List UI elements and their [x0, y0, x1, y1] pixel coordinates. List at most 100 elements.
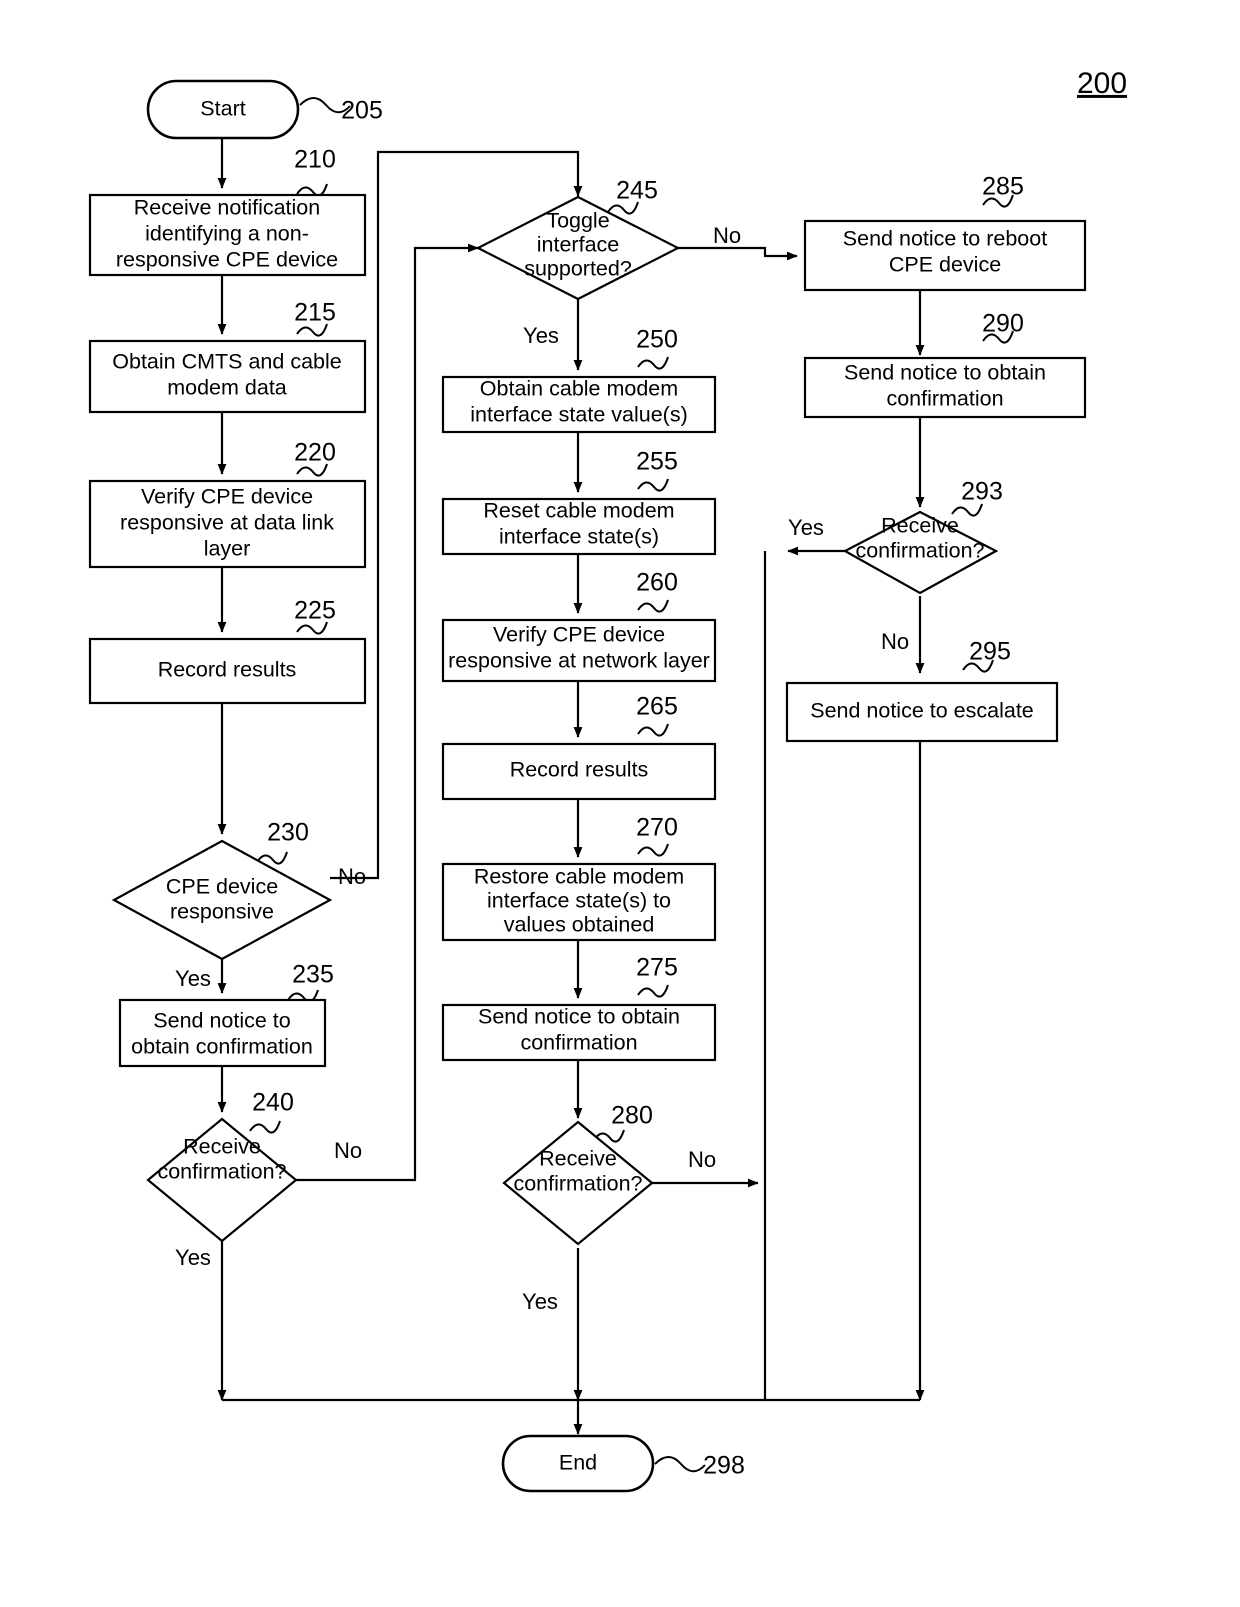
node-270-line-1: Restore cable modem	[474, 865, 684, 889]
node-280-line-2: confirmation?	[513, 1172, 642, 1196]
node-210-line-2: identifying a non-	[145, 222, 309, 246]
node-295[interactable]: Send notice to escalate	[785, 681, 1059, 743]
node-210[interactable]: Receive notification identifying a non- …	[88, 193, 367, 277]
edge-label-245-yes: Yes	[523, 323, 559, 348]
ref-245: 245	[616, 177, 658, 205]
ref-260: 260	[636, 569, 678, 597]
node-260[interactable]: Verify CPE device responsive at network …	[441, 618, 717, 683]
node-285-line-2: CPE device	[889, 253, 1001, 277]
flowchart-canvas: 200 Start 205 Receive notification ident…	[88, 67, 1127, 1493]
ref-265: 265	[636, 693, 678, 721]
edge-label-245-no: No	[713, 223, 741, 248]
ref-225: 225	[294, 597, 336, 625]
node-245-line-1: Toggle	[546, 209, 609, 233]
node-end[interactable]: End	[501, 1434, 655, 1493]
leader-275	[637, 984, 669, 998]
edge-label-240-yes: Yes	[175, 1245, 211, 1270]
ref-250: 250	[636, 326, 678, 354]
edge-label-280-no: No	[688, 1147, 716, 1172]
leader-260	[637, 599, 669, 613]
node-245-line-2: interface	[537, 233, 619, 257]
leader-250	[637, 356, 669, 370]
node-275[interactable]: Send notice to obtain confirmation	[441, 1003, 717, 1062]
ref-215: 215	[294, 299, 336, 327]
node-235-line-1: Send notice to	[153, 1009, 291, 1033]
edge-label-293-yes: Yes	[788, 515, 824, 540]
ref-235: 235	[292, 961, 334, 989]
node-293-line-1: Receive	[881, 514, 959, 538]
node-275-line-2: confirmation	[520, 1031, 637, 1055]
node-290[interactable]: Send notice to obtain confirmation	[803, 356, 1087, 419]
node-235-line-2: obtain confirmation	[131, 1035, 313, 1059]
ref-230: 230	[267, 819, 309, 847]
node-230-line-1: CPE device	[166, 875, 278, 899]
node-290-line-2: confirmation	[886, 387, 1003, 411]
node-265-line-1: Record results	[510, 758, 649, 782]
node-245-line-3: supported?	[524, 257, 632, 281]
node-225-line-1: Record results	[158, 658, 297, 682]
node-215-line-1: Obtain CMTS and cable	[112, 350, 341, 374]
ref-205: 205	[341, 97, 383, 125]
edge-label-230-yes: Yes	[175, 966, 211, 991]
leader-240	[249, 1120, 281, 1134]
ref-295: 295	[969, 638, 1011, 666]
ref-275: 275	[636, 954, 678, 982]
ref-298: 298	[703, 1452, 745, 1480]
node-293[interactable]: Receive confirmation?	[842, 510, 999, 595]
ref-255: 255	[636, 448, 678, 476]
edge-label-230-no: No	[338, 864, 366, 889]
ref-220: 220	[294, 439, 336, 467]
end-label: End	[559, 1451, 597, 1475]
node-255[interactable]: Reset cable modem interface state(s)	[441, 497, 717, 556]
node-280-line-1: Receive	[539, 1147, 617, 1171]
node-275-line-1: Send notice to obtain	[478, 1005, 680, 1029]
node-280[interactable]: Receive confirmation?	[502, 1120, 654, 1246]
edge-245-no-to-285	[678, 246, 798, 261]
figure-number: 200	[1077, 67, 1127, 100]
leader-210	[296, 183, 328, 197]
node-270[interactable]: Restore cable modem interface state(s) t…	[441, 862, 717, 942]
node-215[interactable]: Obtain CMTS and cable modem data	[88, 339, 367, 414]
node-240[interactable]: Receive confirmation?	[146, 1117, 298, 1243]
node-240-line-1: Receive	[183, 1135, 261, 1159]
ref-290: 290	[982, 310, 1024, 338]
node-290-line-1: Send notice to obtain	[844, 361, 1046, 385]
ref-280: 280	[611, 1102, 653, 1130]
node-215-line-2: modem data	[167, 376, 287, 400]
node-265[interactable]: Record results	[441, 742, 717, 801]
leader-270	[637, 843, 669, 857]
node-240-line-2: confirmation?	[157, 1160, 286, 1184]
ref-240: 240	[252, 1089, 294, 1117]
leader-298	[654, 1456, 706, 1473]
node-293-line-2: confirmation?	[855, 539, 984, 563]
node-start[interactable]: Start	[146, 79, 300, 140]
node-235[interactable]: Send notice to obtain confirmation	[118, 998, 327, 1068]
node-285[interactable]: Send notice to reboot CPE device	[803, 219, 1087, 292]
node-220-line-1: Verify CPE device	[141, 485, 313, 509]
edge-label-293-no: No	[881, 629, 909, 654]
node-230-line-2: responsive	[170, 900, 274, 924]
node-295-line-1: Send notice to escalate	[810, 699, 1034, 723]
node-255-line-2: interface state(s)	[499, 525, 659, 549]
node-250-line-1: Obtain cable modem	[480, 377, 678, 401]
node-220[interactable]: Verify CPE device responsive at data lin…	[88, 479, 367, 569]
ref-270: 270	[636, 814, 678, 842]
node-220-line-3: layer	[204, 537, 251, 561]
node-210-line-3: responsive CPE device	[116, 248, 338, 272]
node-270-line-2: interface state(s) to	[487, 889, 671, 913]
node-230[interactable]: CPE device responsive	[111, 839, 333, 961]
node-250[interactable]: Obtain cable modem interface state value…	[441, 375, 717, 434]
node-225[interactable]: Record results	[88, 637, 367, 705]
node-245[interactable]: Toggle interface supported?	[475, 195, 681, 301]
node-210-line-1: Receive notification	[134, 196, 320, 220]
node-260-line-1: Verify CPE device	[493, 623, 665, 647]
ref-293: 293	[961, 478, 1003, 506]
node-285-line-1: Send notice to reboot	[843, 227, 1047, 251]
leader-265	[637, 723, 669, 737]
edge-label-280-yes: Yes	[522, 1289, 558, 1314]
node-250-line-2: interface state value(s)	[470, 403, 688, 427]
node-220-line-2: responsive at data link	[120, 511, 334, 535]
ref-210: 210	[294, 146, 336, 174]
node-260-line-2: responsive at network layer	[448, 649, 710, 673]
node-255-line-1: Reset cable modem	[483, 499, 674, 523]
